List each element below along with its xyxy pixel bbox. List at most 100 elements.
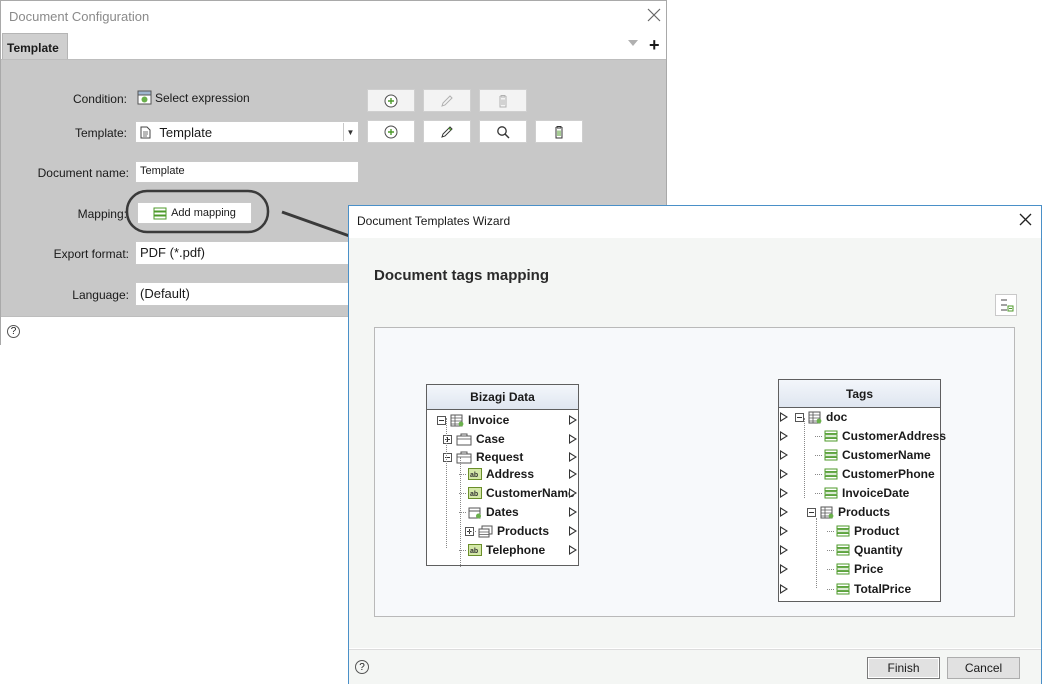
tags_panel-node-customername[interactable]: CustomerName: [824, 446, 931, 464]
finish-button[interactable]: Finish: [867, 657, 940, 679]
document-templates-wizard: Document Templates Wizard Document tags …: [348, 205, 1042, 684]
svg-text:ab: ab: [470, 491, 478, 498]
tag-icon: [824, 468, 838, 480]
node-label: Product: [854, 524, 900, 538]
connector-arrow-icon[interactable]: [780, 545, 788, 555]
node-label: Price: [854, 562, 884, 576]
connector-arrow-icon[interactable]: [569, 469, 577, 479]
tree-connector: [815, 493, 822, 494]
node-label: CustomerAddress: [842, 429, 947, 443]
tree-connector: [469, 531, 476, 532]
tags_panel-node-invoicedate[interactable]: InvoiceDate: [824, 484, 909, 502]
date-icon: [468, 506, 482, 519]
tree-guide: [460, 457, 461, 567]
tree-connector: [815, 455, 822, 456]
tags_panel-node-quantity[interactable]: Quantity: [836, 541, 903, 559]
bizagi_panel-node-case[interactable]: Case: [456, 430, 505, 448]
tree-layout-icon: [1000, 299, 1013, 311]
connector-arrow-icon[interactable]: [780, 526, 788, 536]
table-icon: [820, 506, 834, 519]
tags_panel-node-products[interactable]: Products: [820, 503, 890, 521]
wizard-heading: Document tags mapping: [374, 267, 550, 284]
connector-arrow-icon[interactable]: [780, 584, 788, 594]
bizagi-data-header: Bizagi Data: [427, 385, 578, 410]
node-label: CustomerName: [486, 486, 575, 500]
tag-icon: [824, 487, 838, 499]
tree-connector: [827, 569, 834, 570]
connector-arrow-icon[interactable]: [569, 545, 577, 555]
close-icon[interactable]: [1019, 213, 1032, 226]
connector-arrow-icon[interactable]: [780, 431, 788, 441]
bizagi_panel-node-address[interactable]: ab Address: [468, 465, 534, 483]
connector-arrow-icon[interactable]: [780, 564, 788, 574]
tags_panel-node-customeraddress[interactable]: CustomerAddress: [824, 427, 946, 445]
node-label: InvoiceDate: [842, 486, 910, 500]
connector-arrow-icon[interactable]: [780, 488, 788, 498]
callout-ellipse: [125, 189, 270, 234]
node-label: Quantity: [854, 543, 903, 557]
bizagi-data-panel: Bizagi Data Invoice Case Request ab Address a…: [426, 384, 579, 567]
tags_panel-node-product[interactable]: Product: [836, 522, 899, 540]
node-label: Products: [497, 524, 550, 538]
connector-arrow-icon[interactable]: [780, 469, 788, 479]
collapse-icon[interactable]: [437, 416, 446, 425]
node-label: Invoice: [468, 413, 510, 427]
tag-icon: [824, 449, 838, 461]
wizard-footer: ? Finish Cancel: [349, 649, 1041, 684]
bizagi_panel-node-customername[interactable]: ab CustomerName: [468, 484, 575, 502]
connector-arrow-icon[interactable]: [569, 526, 577, 536]
bizagi_panel-node-request[interactable]: Request: [456, 448, 523, 466]
connector-arrow-icon[interactable]: [780, 450, 788, 460]
tree-guide: [816, 518, 817, 588]
case-icon: [456, 433, 472, 446]
tags-header: Tags: [779, 380, 940, 408]
tree-connector: [827, 589, 834, 590]
node-label: Case: [476, 432, 505, 446]
tags_panel-node-doc[interactable]: doc: [808, 408, 847, 426]
node-label: CustomerPhone: [842, 467, 935, 481]
tag-icon: [824, 430, 838, 442]
table-icon: [450, 414, 464, 427]
bizagi_panel-node-dates[interactable]: Dates: [468, 503, 519, 521]
connector-arrow-icon[interactable]: [569, 452, 577, 462]
collapse-icon[interactable]: [795, 413, 804, 422]
connector-arrow-icon[interactable]: [569, 434, 577, 444]
collapse-icon[interactable]: [807, 508, 816, 517]
node-label: CustomerName: [842, 448, 931, 462]
tags_panel-node-customerphone[interactable]: CustomerPhone: [824, 465, 935, 483]
help-icon[interactable]: ?: [355, 660, 369, 674]
connector-arrow-icon[interactable]: [569, 415, 577, 425]
mapping-canvas: Bizagi Data Invoice Case Request ab Address a…: [374, 327, 1015, 617]
connector-arrow-icon[interactable]: [569, 488, 577, 498]
node-label: Address: [486, 467, 535, 481]
tag-icon: [836, 563, 850, 575]
bizagi_panel-node-products[interactable]: Products: [478, 522, 549, 540]
bizagi_panel-node-telephone[interactable]: ab Telephone: [468, 541, 545, 559]
tree-connector: [827, 550, 834, 551]
tree-connector: [815, 474, 822, 475]
tags-panel: Tags doc CustomerAddress CustomerName Custo…: [778, 379, 946, 602]
node-label: doc: [826, 410, 848, 424]
tags_panel-node-price[interactable]: Price: [836, 560, 883, 578]
cancel-button[interactable]: Cancel: [947, 657, 1020, 679]
tree-guide: [804, 418, 805, 498]
connector-arrow-icon[interactable]: [780, 412, 788, 422]
mapping-layout-button[interactable]: [995, 294, 1017, 316]
tree-guide: [446, 418, 447, 548]
text-field-icon: ab: [468, 468, 482, 480]
connector-arrow-icon[interactable]: [780, 507, 788, 517]
node-label: Request: [476, 450, 524, 464]
collapse-icon[interactable]: [443, 453, 452, 462]
tags_panel-node-totalprice[interactable]: TotalPrice: [836, 580, 911, 598]
table-icon: [808, 411, 822, 424]
node-label: Telephone: [486, 543, 546, 557]
expand-icon[interactable]: [443, 435, 452, 444]
node-label: Products: [838, 505, 891, 519]
connector-arrow-icon[interactable]: [569, 507, 577, 517]
text-field-icon: ab: [468, 544, 482, 556]
bizagi_panel-node-invoice[interactable]: Invoice: [450, 411, 509, 429]
tree-connector: [815, 436, 822, 437]
wizard-title: Document Templates Wizard: [357, 214, 511, 228]
node-label: TotalPrice: [854, 582, 912, 596]
svg-text:ab: ab: [470, 472, 478, 479]
